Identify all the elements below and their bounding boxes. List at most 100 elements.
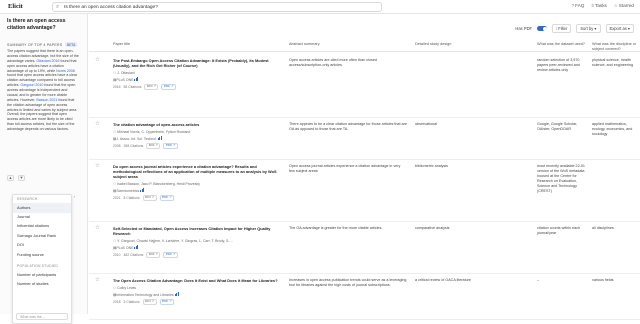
- chevron-left-icon[interactable]: ‹: [74, 194, 75, 199]
- nav-tasks[interactable]: ≡Tasks: [591, 3, 606, 9]
- filter-button[interactable]: ⫶ Filter: [552, 24, 572, 34]
- column-menu: RESEARCH Authors Journal Influential cit…: [12, 194, 72, 324]
- nav-starred[interactable]: ☆Starred: [614, 3, 634, 9]
- menu-item-journal[interactable]: Journal: [13, 213, 71, 222]
- paper-title[interactable]: Do open access journal articles experien…: [113, 164, 279, 179]
- sort-button[interactable]: Sort by ▾: [576, 24, 601, 34]
- table-row[interactable]: ☆ Do open access journal articles experie…: [89, 160, 640, 222]
- dataset-used: random selection of 3,970 papers peer-re…: [537, 58, 580, 73]
- col-dataset[interactable]: What was the dataset used?: [537, 42, 587, 47]
- chevron-down-icon: ▾: [626, 26, 630, 31]
- menu-item-participants[interactable]: Number of participants: [13, 270, 71, 279]
- paper-year: 2016: [113, 84, 121, 89]
- top-bar: Elicit ⌕ Is there an open access citatio…: [0, 0, 640, 14]
- table-header: Paper title Abstract summary Detailed st…: [89, 40, 640, 52]
- doi-link[interactable]: DOI ↗: [144, 84, 159, 90]
- journal-rank-bars: [140, 188, 145, 192]
- star-icon[interactable]: ☆: [95, 225, 100, 232]
- pdf-link[interactable]: PDF ↗: [163, 143, 178, 149]
- app-logo[interactable]: Elicit: [8, 3, 23, 11]
- summary-citation-link[interactable]: Gargouri 2010: [20, 83, 43, 87]
- journal-rank-bars: [134, 245, 139, 249]
- doi-link[interactable]: DOI ↗: [142, 299, 157, 305]
- paper-meta: 2008 288 Citations DOI ↗ PDF ↗: [113, 143, 279, 149]
- paper-title[interactable]: The citation advantage of open-access ar…: [113, 122, 279, 127]
- star-icon[interactable]: ☆: [95, 277, 100, 284]
- summary-heading: SUMMARY OF TOP 4 PAPERS: [7, 43, 63, 47]
- menu-item-doi[interactable]: DOI: [13, 241, 71, 250]
- star-icon[interactable]: ☆: [95, 57, 100, 64]
- paper-title[interactable]: The Open Access Citation Advantage: Does…: [113, 278, 279, 283]
- abstract-summary: Open access articles are cited more ofte…: [289, 58, 377, 68]
- menu-item-scimago[interactable]: Scimago Journal Rank: [13, 232, 71, 241]
- abstract-summary: Increases in open access publication tre…: [289, 278, 407, 288]
- thumbs-down-icon[interactable]: ▼: [18, 175, 25, 181]
- col-abstract-summary[interactable]: Abstract summary: [289, 42, 320, 47]
- col-study-design[interactable]: Detailed study design: [415, 42, 451, 47]
- person-icon: ⚇: [113, 130, 117, 134]
- study-design: a critical review of OACA literature: [415, 278, 471, 282]
- star-icon[interactable]: ☆: [95, 163, 100, 170]
- paper-year: 2008: [113, 143, 121, 148]
- doi-link[interactable]: DOI ↗: [146, 143, 161, 149]
- pdf-link[interactable]: PDF ↗: [161, 84, 177, 90]
- list-icon: ≡: [591, 3, 595, 8]
- ask-column-input[interactable]: What was the...: [16, 313, 68, 320]
- question-title: Is there an open access citation advanta…: [7, 18, 66, 31]
- paper-year: 2018: [113, 299, 121, 304]
- summary-citation-link[interactable]: Basson 2021: [36, 98, 57, 102]
- search-icon: ⌕: [56, 4, 60, 10]
- paper-authors: ⚇J. Ottaviani: [113, 71, 135, 75]
- doi-link[interactable]: DOI ↗: [146, 252, 161, 258]
- star-icon[interactable]: ☆: [95, 121, 100, 128]
- table-row[interactable]: ☆ Self-Selected or Mandated, Open Access …: [89, 222, 640, 274]
- summary-citation-link[interactable]: Norris 2008: [56, 69, 75, 73]
- study-design: bibliometric analysis: [415, 164, 448, 168]
- paper-meta: 2021 8 Citations DOI ↗ PDF ↗: [113, 195, 279, 201]
- menu-section-research: RESEARCH: [17, 197, 38, 201]
- summary-text: The papers suggest that there is an open…: [7, 49, 79, 132]
- col-discipline[interactable]: What was the discipline or subject cover…: [592, 42, 638, 51]
- results-toolbar: Has PDF ⫶ Filter Sort by ▾ Export as ▾: [515, 24, 634, 34]
- pdf-link[interactable]: PDF ↗: [159, 195, 175, 201]
- pdf-link[interactable]: PDF ↗: [159, 299, 175, 305]
- export-button[interactable]: Export as ▾: [605, 24, 634, 34]
- paper-authors: ⚇Michael Norris, C. Oppenheim, Fytton Ro…: [113, 130, 191, 134]
- menu-item-studies[interactable]: Number of studies: [13, 280, 71, 289]
- person-icon: ⚇: [113, 71, 117, 75]
- menu-item-influential-citations[interactable]: Influential citations: [13, 222, 71, 231]
- paper-title[interactable]: The Post-Embargo Open Access Citation Ad…: [113, 58, 279, 68]
- paper-meta: 2016 58 Citations DOI ↗ PDF ↗: [113, 84, 279, 90]
- menu-item-funding[interactable]: Funding source: [13, 251, 71, 260]
- menu-section-population: POPULATION STUDIED: [17, 264, 59, 269]
- abstract-summary: There appears to be a clear citation adv…: [289, 122, 407, 132]
- paper-title[interactable]: Self-Selected or Mandated, Open Access I…: [113, 226, 279, 236]
- summary-citation-link[interactable]: Ottaviani 2016: [36, 59, 59, 63]
- paper-authors: ⚇Isabel Basson, Jaco P. Blanckenberg, He…: [113, 182, 200, 186]
- search-input[interactable]: ⌕ Is there an open access citation advan…: [52, 2, 382, 12]
- paper-authors: ⚇Y. Gargouri, Chawki Hajjem, V. Larivièr…: [113, 239, 234, 243]
- sidebar: Is there an open access citation advanta…: [0, 14, 88, 324]
- person-icon: ⚇: [113, 239, 117, 243]
- pdf-link[interactable]: PDF ↗: [163, 252, 178, 258]
- doi-link[interactable]: DOI ↗: [142, 195, 157, 201]
- person-icon: ⚇: [113, 182, 117, 186]
- abstract-summary: Open access journal articles experience …: [289, 164, 401, 174]
- nav-faq[interactable]: ?FAQ: [572, 3, 585, 9]
- paper-year: 2010: [113, 252, 121, 257]
- paper-authors: ⚇Colby Lewis: [113, 286, 137, 290]
- chevron-down-icon: ▾: [593, 26, 597, 31]
- table-row[interactable]: ☆ The citation advantage of open-access a…: [89, 118, 640, 160]
- table-row[interactable]: ☆ The Post-Embargo Open Access Citation A…: [89, 54, 640, 118]
- menu-item-authors[interactable]: Authors: [13, 203, 71, 213]
- search-value[interactable]: Is there an open access citation advanta…: [64, 5, 158, 11]
- has-pdf-toggle[interactable]: [537, 26, 548, 32]
- paper-year: 2021: [113, 195, 121, 200]
- dataset-used: –: [537, 278, 540, 282]
- col-paper-title[interactable]: Paper title: [113, 42, 130, 47]
- table-row[interactable]: ☆ The Open Access Citation Advantage: Doe…: [89, 274, 640, 320]
- paper-journal: ▤J. Assoc. Inf. Sci. Technol.: [113, 136, 279, 141]
- thumbs-up-icon[interactable]: ▲: [7, 175, 14, 181]
- top-nav: ?FAQ ≡Tasks ☆Starred: [572, 3, 634, 9]
- paper-journal: ▤Scientometrics: [113, 188, 279, 193]
